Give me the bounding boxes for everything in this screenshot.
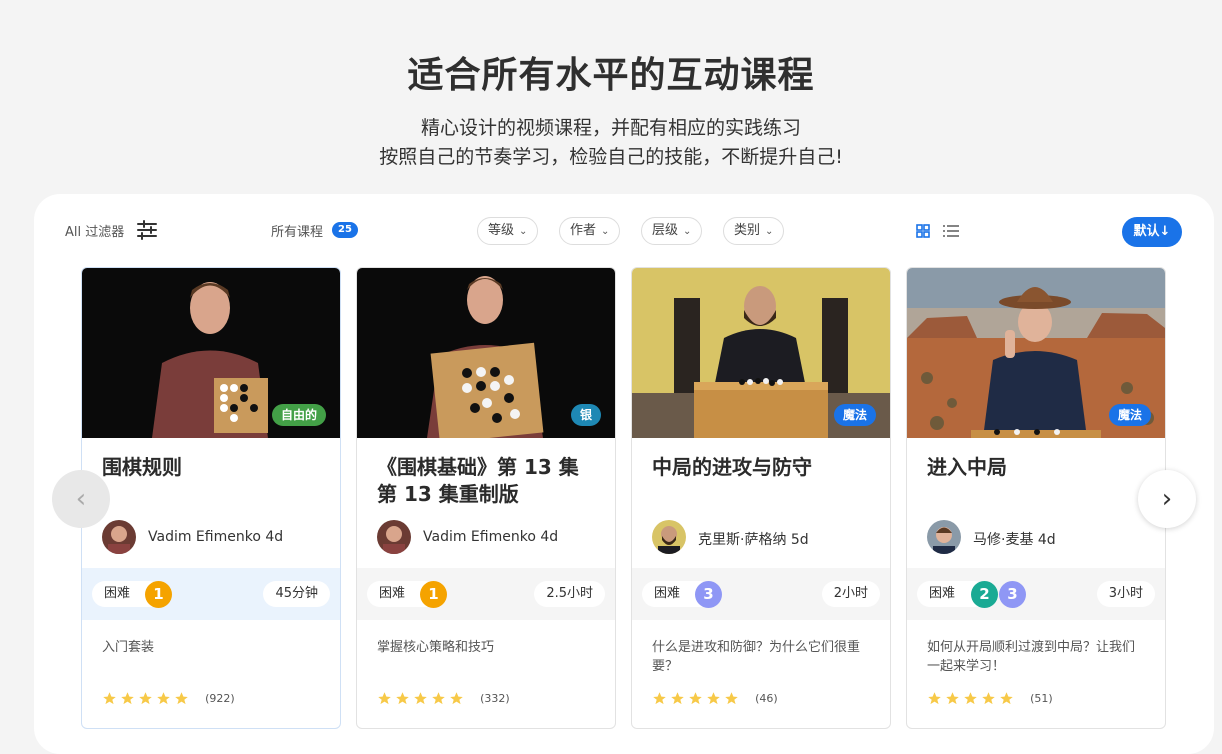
dropdown-author-label: 作者 — [570, 223, 597, 238]
duration-pill: 2小时 — [821, 581, 880, 607]
course-panel: All 过滤器 所有课程 25 等级 ⌄ 作者 ⌄ 层级 ⌄ 类别 ⌄ 默认↓ … — [34, 194, 1214, 754]
dropdown-category[interactable]: 类别 ⌄ — [723, 217, 785, 245]
course-thumbnail[interactable]: 魔法 — [632, 268, 890, 438]
dropdown-level-label: 层级 — [652, 223, 679, 238]
duration-pill: 45分钟 — [263, 581, 330, 607]
dropdown-category-label: 类别 — [734, 223, 761, 238]
star-icon — [707, 692, 720, 705]
page-subtitle: 精心设计的视频课程，并配有相应的实践练习 按照自己的节奏学习，检验自己的技能，不… — [0, 114, 1222, 172]
dropdown-author[interactable]: 作者 ⌄ — [559, 217, 621, 245]
chevron-left-icon: ‹ — [75, 484, 87, 514]
star-icon — [946, 692, 959, 705]
filter-toolbar: All 过滤器 所有课程 25 等级 ⌄ 作者 ⌄ 层级 ⌄ 类别 ⌄ 默认↓ — [34, 194, 1214, 266]
rating-count: (922) — [205, 692, 235, 705]
author-name: 克里斯·萨格纳 5d — [698, 532, 809, 548]
course-title[interactable]: 《围棋基础》第 13 集 第 13 集重制版 — [377, 454, 602, 508]
star-icon — [175, 692, 188, 705]
star-rating: (332) — [377, 688, 510, 706]
rating-count: (51) — [1030, 692, 1053, 705]
star-rating: (51) — [927, 688, 1053, 706]
level-badge: 3 — [999, 581, 1026, 608]
chevron-right-icon: › — [1161, 484, 1173, 514]
star-icon — [964, 692, 977, 705]
star-icon — [396, 692, 409, 705]
course-thumbnail[interactable]: 银 — [357, 268, 615, 438]
star-icon — [982, 692, 995, 705]
course-card[interactable]: 自由的 围棋规则 Vadim Efimenko 4d 困难 1 45分钟 入门套… — [81, 267, 341, 729]
star-icon — [653, 692, 666, 705]
star-icon — [928, 692, 941, 705]
star-icon — [671, 692, 684, 705]
star-icon — [414, 692, 427, 705]
star-rating: (922) — [102, 688, 235, 706]
course-thumbnail[interactable]: 魔法 — [907, 268, 1165, 438]
star-icon — [157, 692, 170, 705]
author-name: 马修·麦基 4d — [973, 532, 1056, 548]
course-count-badge: 25 — [332, 222, 358, 238]
course-meta: 困难 2 3 3小时 — [907, 568, 1165, 620]
course-title[interactable]: 中局的进攻与防守 — [652, 454, 877, 481]
star-rating: (46) — [652, 688, 778, 706]
duration-pill: 3小时 — [1096, 581, 1155, 607]
course-description: 什么是进攻和防御？为什么它们很重要？ — [652, 640, 861, 674]
avatar — [377, 520, 411, 554]
star-icon — [725, 692, 738, 705]
sort-button[interactable]: 默认↓ — [1122, 217, 1182, 247]
course-card[interactable]: 魔法 进入中局 马修·麦基 4d 困难 2 3 3小时 如何从开局顺利过渡到中局… — [906, 267, 1166, 729]
membership-tag: 魔法 — [1108, 404, 1151, 426]
course-title[interactable]: 围棋规则 — [102, 454, 327, 481]
star-icon — [689, 692, 702, 705]
sliders-icon[interactable] — [136, 219, 158, 241]
grid-view-icon[interactable] — [916, 224, 930, 238]
avatar — [927, 520, 961, 554]
star-icon — [139, 692, 152, 705]
membership-tag: 银 — [570, 404, 601, 426]
star-icon — [378, 692, 391, 705]
level-badge: 1 — [420, 581, 447, 608]
chevron-down-icon: ⌄ — [765, 226, 774, 237]
list-view-icon[interactable] — [942, 224, 960, 238]
level-badge: 1 — [145, 581, 172, 608]
dropdown-level[interactable]: 层级 ⌄ — [641, 217, 703, 245]
chevron-down-icon: ⌄ — [519, 226, 528, 237]
membership-tag: 魔法 — [833, 404, 876, 426]
course-meta: 困难 3 2小时 — [632, 568, 890, 620]
level-badge: 3 — [695, 581, 722, 608]
page-title: 适合所有水平的互动课程 — [407, 55, 815, 96]
course-description: 如何从开局顺利过渡到中局？让我们一起来学习！ — [927, 640, 1136, 674]
rating-count: (332) — [480, 692, 510, 705]
subtitle-line-1: 精心设计的视频课程，并配有相应的实践练习 — [420, 117, 801, 139]
subtitle-line-2: 按照自己的节奏学习，检验自己的技能，不断提升自己! — [379, 146, 843, 168]
carousel-prev-button[interactable]: ‹ — [52, 470, 110, 528]
duration-pill: 2.5小时 — [534, 581, 605, 607]
course-title[interactable]: 进入中局 — [927, 454, 1152, 481]
chevron-down-icon: ⌄ — [601, 226, 610, 237]
author-name: Vadim Efimenko 4d — [423, 529, 559, 545]
all-courses-tab[interactable]: 所有课程 — [271, 221, 323, 240]
membership-tag: 自由的 — [271, 404, 326, 426]
avatar — [102, 520, 136, 554]
course-card[interactable]: 银 《围棋基础》第 13 集 第 13 集重制版 Vadim Efimenko … — [356, 267, 616, 729]
course-description: 掌握核心策略和技巧 — [377, 640, 495, 655]
dropdown-grade-label: 等级 — [488, 223, 515, 238]
author-name: Vadim Efimenko 4d — [148, 529, 284, 545]
dropdown-grade[interactable]: 等级 ⌄ — [477, 217, 539, 245]
rating-count: (46) — [755, 692, 778, 705]
star-icon — [103, 692, 116, 705]
course-card[interactable]: 魔法 中局的进攻与防守 克里斯·萨格纳 5d 困难 3 2小时 什么是进攻和防御… — [631, 267, 891, 729]
star-icon — [1000, 692, 1013, 705]
level-badge: 2 — [971, 581, 998, 608]
star-icon — [121, 692, 134, 705]
avatar — [652, 520, 686, 554]
course-meta: 困难 1 45分钟 — [82, 568, 340, 620]
course-thumbnail[interactable]: 自由的 — [82, 268, 340, 438]
star-icon — [432, 692, 445, 705]
carousel-next-button[interactable]: › — [1138, 470, 1196, 528]
course-meta: 困难 1 2.5小时 — [357, 568, 615, 620]
star-icon — [450, 692, 463, 705]
course-description: 入门套装 — [102, 640, 155, 655]
chevron-down-icon: ⌄ — [683, 226, 692, 237]
all-filters-label[interactable]: All 过滤器 — [65, 221, 124, 240]
